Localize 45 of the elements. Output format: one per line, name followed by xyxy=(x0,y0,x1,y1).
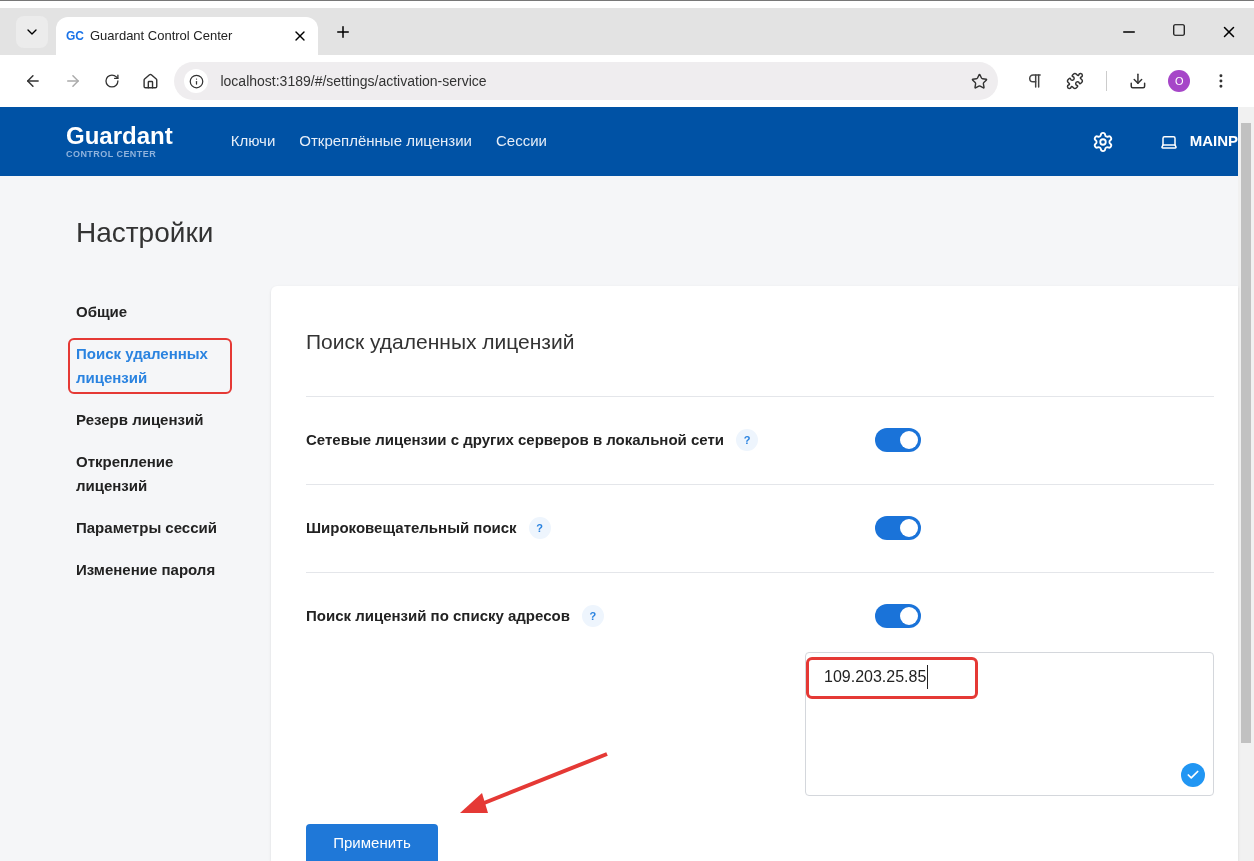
nav-link[interactable]: Сессии xyxy=(496,130,547,153)
browser-tab[interactable]: GC Guardant Control Center xyxy=(56,17,318,55)
sidebar-item[interactable]: Открепление лицензий xyxy=(68,446,232,502)
setting-label: Поиск лицензий по списку адресов xyxy=(306,605,570,626)
scrollbar[interactable] xyxy=(1238,107,1254,861)
help-badge[interactable]: ? xyxy=(581,605,604,627)
help-badge[interactable]: ? xyxy=(736,429,759,451)
back-icon[interactable] xyxy=(24,72,42,90)
nav-link[interactable]: Откреплённые лицензии xyxy=(299,130,472,153)
apply-button[interactable]: Применить xyxy=(306,823,438,861)
tab-title: Guardant Control Center xyxy=(90,27,234,46)
brand-logo[interactable]: Guardant CONTROL CENTER xyxy=(66,124,173,159)
sidebar-item[interactable]: Поиск удаленных лицензий xyxy=(68,338,232,394)
maximize-icon[interactable] xyxy=(1172,22,1186,37)
home-icon[interactable] xyxy=(141,72,159,90)
brand-name: Guardant xyxy=(66,124,173,148)
help-badge[interactable]: ? xyxy=(528,517,551,539)
sidebar-item[interactable]: Резерв лицензий xyxy=(68,404,232,436)
profile-avatar[interactable]: O xyxy=(1168,70,1191,92)
sidebar-item[interactable]: Изменение пароля xyxy=(68,554,232,586)
setting-label: Широковещательный поиск xyxy=(306,517,517,538)
settings-icon[interactable] xyxy=(1091,130,1114,153)
setting-label: Сетевые лицензии с других серверов в локальной сети xyxy=(306,429,725,450)
sidebar-item[interactable]: Общие xyxy=(68,296,232,328)
nav-link[interactable]: Ключи xyxy=(230,130,276,153)
bookmark-star-icon[interactable] xyxy=(970,72,988,90)
info-icon[interactable] xyxy=(188,73,204,89)
url-text: localhost:3189/#/settings/activation-service xyxy=(220,71,488,91)
address-value: 109.203.25.85 xyxy=(824,664,929,689)
tab-list-button[interactable] xyxy=(16,15,48,48)
panel-title: Поиск удаленных лицензий xyxy=(306,329,576,355)
toggle-switch[interactable] xyxy=(875,516,921,540)
brand-subtitle: CONTROL CENTER xyxy=(66,150,158,159)
check-icon xyxy=(1181,762,1205,787)
toggle-switch[interactable] xyxy=(875,604,921,628)
reload-icon[interactable] xyxy=(103,73,120,89)
download-icon[interactable] xyxy=(1128,72,1147,90)
tab-favicon: GC xyxy=(66,30,84,42)
address-list-field[interactable]: 109.203.25.85 xyxy=(805,651,1214,796)
address-bar[interactable]: localhost:3189/#/settings/activation-service xyxy=(174,62,998,100)
computer-name[interactable]: MAINP xyxy=(1189,130,1238,153)
sidebar-item[interactable]: Параметры сессий xyxy=(68,512,232,544)
toggle-switch[interactable] xyxy=(875,428,921,452)
extensions-icon[interactable] xyxy=(1065,72,1084,90)
page-title: Настройки xyxy=(76,216,215,250)
